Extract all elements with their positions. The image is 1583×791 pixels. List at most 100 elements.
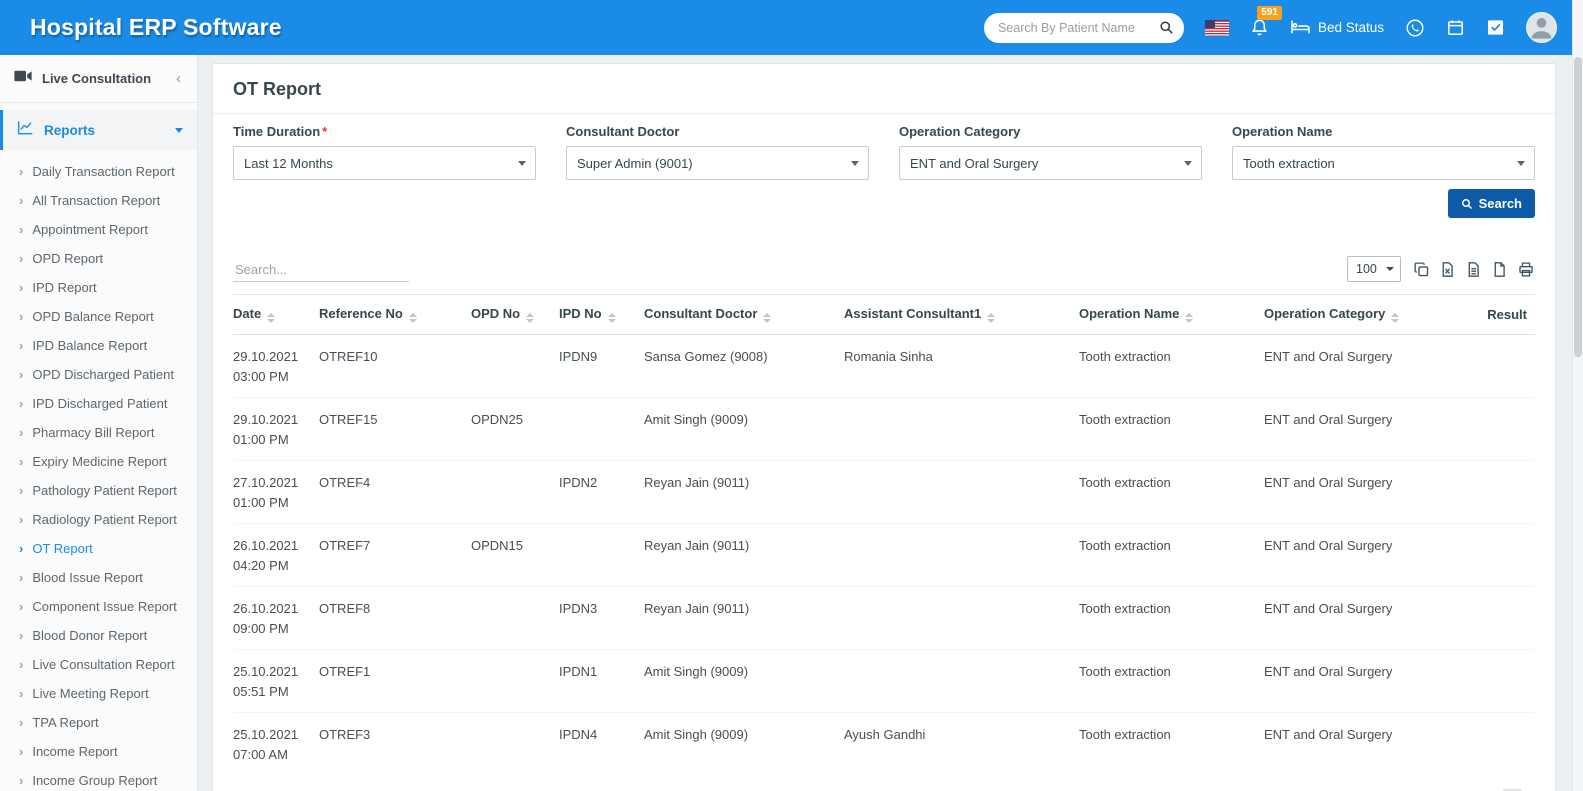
task-check-icon[interactable] (1486, 18, 1505, 37)
table-row[interactable]: 29.10.202101:00 PMOTREF15OPDN25Amit Sing… (233, 398, 1535, 461)
column-header-date[interactable]: Date (233, 295, 311, 335)
sidebar-item[interactable]: ›Blood Donor Report (0, 621, 197, 650)
column-header-assistant-consultant1[interactable]: Assistant Consultant1 (836, 295, 1071, 335)
cell-reference-no: OTREF7 (311, 524, 463, 587)
sidebar-item[interactable]: ›IPD Report (0, 273, 197, 302)
sidebar-item[interactable]: ›Component Issue Report (0, 592, 197, 621)
table-row[interactable]: 29.10.202103:00 PMOTREF10IPDN9Sansa Gome… (233, 335, 1535, 398)
excel-icon[interactable] (1439, 261, 1456, 278)
sidebar-item[interactable]: ›Income Group Report (0, 766, 197, 791)
chevron-right-icon: › (19, 513, 23, 526)
patient-search-input[interactable] (998, 21, 1159, 35)
sidebar-item[interactable]: ›Appointment Report (0, 215, 197, 244)
column-header-result[interactable]: Result (1476, 295, 1535, 335)
sidebar-item[interactable]: ›OT Report (0, 534, 197, 563)
sort-icon (267, 313, 275, 323)
cell-assistant-consultant (836, 398, 1071, 461)
column-header-consultant-doctor[interactable]: Consultant Doctor (636, 295, 836, 335)
cell-ipd-no (551, 398, 636, 461)
sidebar-item[interactable]: ›Income Report (0, 737, 197, 766)
column-header-ipd-no[interactable]: IPD No (551, 295, 636, 335)
sidebar-item[interactable]: ›Radiology Patient Report (0, 505, 197, 534)
sidebar-item-live-consultation[interactable]: Live Consultation ‹ (0, 55, 197, 103)
app-title: Hospital ERP Software (30, 14, 282, 41)
cell-result (1476, 650, 1535, 713)
column-header-reference-no[interactable]: Reference No (311, 295, 463, 335)
sidebar-item-label: Live Consultation Report (32, 657, 174, 672)
bed-status-button[interactable]: Bed Status (1290, 18, 1384, 38)
cell-ipd-no (551, 524, 636, 587)
column-header-opd-no[interactable]: OPD No (463, 295, 551, 335)
us-flag-icon[interactable] (1205, 20, 1229, 36)
chevron-right-icon: › (19, 368, 23, 381)
filter-select[interactable]: Last 12 Months (233, 146, 536, 180)
required-asterisk: * (322, 124, 327, 139)
search-icon[interactable] (1159, 20, 1174, 35)
chevron-down-icon (175, 128, 183, 133)
whatsapp-icon[interactable] (1405, 18, 1425, 38)
csv-icon[interactable] (1465, 261, 1482, 278)
chevron-right-icon: › (19, 600, 23, 613)
cell-result (1476, 398, 1535, 461)
cell-consultant-doctor: Amit Singh (9009) (636, 398, 836, 461)
cell-opd-no: OPDN15 (463, 524, 551, 587)
cell-date: 25.10.202107:00 AM (233, 713, 311, 776)
sort-icon (409, 313, 417, 323)
chevron-right-icon: › (19, 716, 23, 729)
sidebar-item[interactable]: ›OPD Balance Report (0, 302, 197, 331)
notification-bell-icon[interactable]: 591 (1250, 17, 1269, 38)
sidebar-item[interactable]: › TPA Report (0, 708, 197, 737)
filter-select[interactable]: Super Admin (9001) (566, 146, 869, 180)
print-icon[interactable] (1517, 261, 1535, 278)
sidebar-item[interactable]: ›All Transaction Report (0, 186, 197, 215)
filter-label: Operation Category (899, 124, 1202, 139)
sidebar-item[interactable]: ›Live Meeting Report (0, 679, 197, 708)
sidebar-section-reports[interactable]: Reports (0, 110, 197, 150)
filter-select[interactable]: Tooth extraction (1232, 146, 1535, 180)
sidebar-item[interactable]: ›Pathology Patient Report (0, 476, 197, 505)
cell-opd-no: OPDN25 (463, 398, 551, 461)
sidebar-item-label: Income Group Report (32, 773, 157, 788)
cell-assistant-consultant (836, 524, 1071, 587)
sidebar-item-label: TPA Report (32, 715, 98, 730)
top-header: Hospital ERP Software 591 Bed Status (0, 0, 1583, 55)
table-row[interactable]: 25.10.202107:00 AMOTREF3IPDN4Amit Singh … (233, 713, 1535, 776)
table-row[interactable]: 26.10.202109:00 PMOTREF8IPDN3Reyan Jain … (233, 587, 1535, 650)
user-avatar[interactable] (1526, 12, 1557, 43)
sidebar-item[interactable]: ›IPD Discharged Patient (0, 389, 197, 418)
cell-operation-name: Tooth extraction (1071, 461, 1256, 524)
table-row[interactable]: 27.10.202101:00 PMOTREF4IPDN2Reyan Jain … (233, 461, 1535, 524)
filter-label: Operation Name (1232, 124, 1535, 139)
table-search-input[interactable] (233, 258, 409, 282)
sidebar-item[interactable]: ›Pharmacy Bill Report (0, 418, 197, 447)
sidebar-item[interactable]: ›Live Consultation Report (0, 650, 197, 679)
filter-select[interactable]: ENT and Oral Surgery (899, 146, 1202, 180)
collapse-sidebar-icon[interactable]: ‹ (172, 70, 185, 87)
column-header-operation-name[interactable]: Operation Name (1071, 295, 1256, 335)
vertical-scrollbar[interactable] (1572, 0, 1583, 791)
sidebar-item[interactable]: ›OPD Discharged Patient (0, 360, 197, 389)
sidebar-item[interactable]: ›IPD Balance Report (0, 331, 197, 360)
sidebar-item[interactable]: ›OPD Report (0, 244, 197, 273)
pdf-icon[interactable] (1491, 261, 1508, 278)
page-size-select[interactable]: 100 (1347, 256, 1401, 282)
cell-operation-category: ENT and Oral Surgery (1256, 650, 1476, 713)
copy-icon[interactable] (1413, 261, 1430, 278)
cell-operation-name: Tooth extraction (1071, 650, 1256, 713)
column-header-operation-category[interactable]: Operation Category (1256, 295, 1476, 335)
cell-result (1476, 335, 1535, 398)
sidebar-item[interactable]: ›Daily Transaction Report (0, 157, 197, 186)
sidebar-item[interactable]: ›Blood Issue Report (0, 563, 197, 592)
main-content: OT Report Time Duration*Last 12 MonthsCo… (198, 55, 1583, 791)
sort-icon (608, 313, 616, 323)
table-row[interactable]: 25.10.202105:51 PMOTREF1IPDN1Amit Singh … (233, 650, 1535, 713)
cell-consultant-doctor: Reyan Jain (9011) (636, 461, 836, 524)
sidebar-item[interactable]: ›Expiry Medicine Report (0, 447, 197, 476)
cell-result (1476, 524, 1535, 587)
search-button[interactable]: Search (1448, 189, 1535, 218)
table-row[interactable]: 26.10.202104:20 PMOTREF7OPDN15Reyan Jain… (233, 524, 1535, 587)
patient-search[interactable] (984, 13, 1184, 43)
scrollbar-thumb[interactable] (1574, 57, 1582, 357)
calendar-icon[interactable] (1446, 18, 1465, 37)
sidebar-item-label: Pharmacy Bill Report (32, 425, 154, 440)
